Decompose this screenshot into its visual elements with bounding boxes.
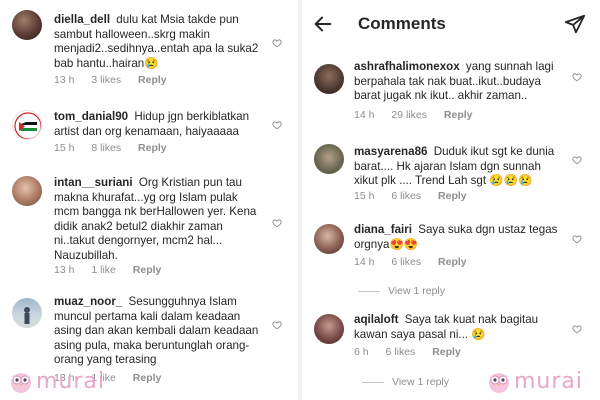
comment-time: 14 h [354, 109, 375, 121]
comment-time: 6 h [354, 346, 369, 358]
comment-body: tom_danial90 Hidup jgn berkiblatkan arti… [54, 110, 259, 139]
watermark-logo: murai [8, 368, 118, 394]
palestine-flag-avatar-icon [14, 112, 41, 139]
comment-body: masyarena86 Duduk ikut sgt ke dunia bara… [354, 145, 564, 189]
avatar[interactable] [314, 144, 344, 174]
comment-username[interactable]: diella_dell [54, 13, 110, 26]
reply-button[interactable]: Reply [133, 264, 162, 276]
view-replies-label: View 1 reply [388, 285, 446, 297]
comment-username[interactable]: aqilaloft [354, 313, 398, 326]
comment-body: ashrafhalimonexox yang sunnah lagi berpa… [354, 60, 564, 104]
comment-time: 15 h [354, 190, 375, 202]
right-comments-panel: Comments ashrafhalimonexox yang sunnah l… [302, 0, 600, 400]
view-replies-button[interactable]: View 1 reply [358, 285, 445, 297]
comment-username[interactable]: diana_fairi [354, 223, 412, 236]
comment-time: 14 h [354, 256, 375, 268]
owl-mascot-icon [11, 373, 31, 393]
comment-username[interactable]: intan__suriani [54, 176, 133, 189]
heart-icon[interactable] [572, 155, 582, 165]
heart-icon[interactable] [572, 234, 582, 244]
left-comments-panel: diella_dell dulu kat Msia takde pun samb… [0, 0, 298, 400]
comment-username[interactable]: tom_danial90 [54, 110, 128, 123]
comment-username[interactable]: muaz_noor_ [54, 295, 122, 308]
watermark-text: murai [36, 369, 106, 394]
avatar[interactable] [12, 110, 42, 140]
reply-thread-line [362, 381, 384, 383]
comment-likes[interactable]: 1 like [91, 264, 116, 276]
comment-likes[interactable]: 3 likes [91, 74, 121, 86]
reply-button[interactable]: Reply [432, 346, 461, 358]
comment-time: 13 h [54, 74, 75, 86]
reply-button[interactable]: Reply [438, 190, 467, 202]
comment-body: intan__suriani Org Kristian pun tau makn… [54, 176, 259, 264]
heart-icon[interactable] [272, 38, 282, 48]
back-arrow-icon[interactable] [312, 13, 334, 35]
comment-body: diella_dell dulu kat Msia takde pun samb… [54, 13, 259, 71]
heart-icon[interactable] [272, 120, 282, 130]
avatar[interactable] [12, 10, 42, 40]
comments-header: Comments [302, 0, 600, 46]
comment-body: diana_fairi Saya suka dgn ustaz tegas or… [354, 223, 564, 252]
reply-button[interactable]: Reply [438, 256, 467, 268]
heart-icon[interactable] [572, 324, 582, 334]
comment-meta: 15 h 6 likes Reply [354, 190, 481, 202]
paper-plane-icon[interactable] [564, 13, 586, 35]
heart-icon[interactable] [272, 320, 282, 330]
reply-button[interactable]: Reply [138, 142, 167, 154]
comment-time: 13 h [54, 264, 75, 276]
reply-button[interactable]: Reply [138, 74, 167, 86]
avatar[interactable] [314, 64, 344, 94]
owl-mascot-icon [489, 373, 509, 393]
comment-likes[interactable]: 6 likes [391, 190, 421, 202]
reply-button[interactable]: Reply [444, 109, 473, 121]
comment-meta: 13 h 1 like Reply [54, 264, 175, 276]
comment-meta: 13 h 3 likes Reply [54, 74, 181, 86]
watermark-logo: murai [486, 368, 596, 394]
reply-thread-line [358, 290, 380, 292]
comment-username[interactable]: ashrafhalimonexox [354, 60, 460, 73]
heart-icon[interactable] [572, 72, 582, 82]
heart-icon[interactable] [272, 218, 282, 228]
reply-button[interactable]: Reply [133, 372, 162, 384]
comment-meta: 15 h 8 likes Reply [54, 142, 181, 154]
comment-meta: 14 h 6 likes Reply [354, 256, 481, 268]
person-silhouette-icon [24, 307, 30, 324]
view-replies-label: View 1 reply [392, 376, 450, 388]
watermark-text: murai [514, 369, 584, 394]
comment-likes[interactable]: 8 likes [91, 142, 121, 154]
comment-time: 15 h [54, 142, 75, 154]
avatar[interactable] [12, 176, 42, 206]
comment-username[interactable]: masyarena86 [354, 145, 428, 158]
comment-likes[interactable]: 6 likes [386, 346, 416, 358]
view-replies-button[interactable]: View 1 reply [362, 376, 449, 388]
comment-meta: 6 h 6 likes Reply [354, 346, 475, 358]
comment-body: aqilaloft Saya tak kuat nak bagitau kawa… [354, 313, 564, 342]
comment-likes[interactable]: 6 likes [391, 256, 421, 268]
comment-meta: 14 h 29 likes Reply [354, 109, 486, 121]
avatar[interactable] [314, 224, 344, 254]
page-title: Comments [358, 14, 446, 33]
avatar[interactable] [314, 314, 344, 344]
avatar[interactable] [12, 298, 42, 328]
comment-body: muaz_noor_ Sesungguhnya Islam muncul per… [54, 295, 259, 368]
comment-likes[interactable]: 29 likes [391, 109, 427, 121]
